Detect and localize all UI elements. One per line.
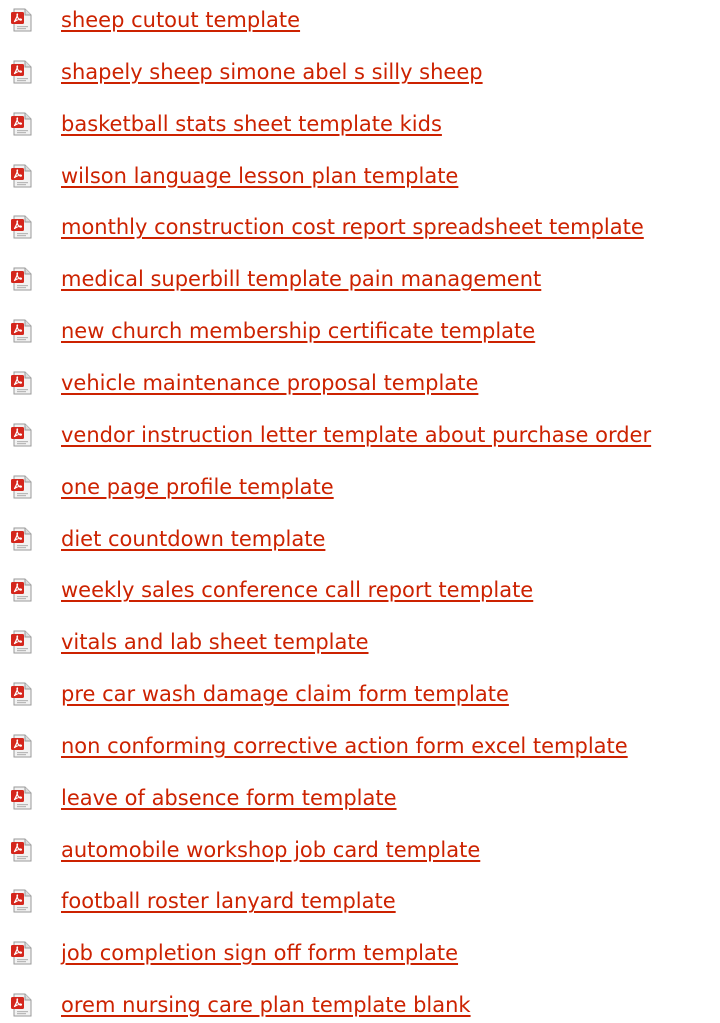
pdf-document-icon [10, 734, 34, 758]
document-link[interactable]: diet countdown template [61, 526, 325, 552]
pdf-document-icon [10, 838, 34, 862]
pdf-document-icon [10, 319, 34, 343]
document-link[interactable]: new church membership certificate templa… [61, 318, 535, 344]
pdf-document-icon [10, 941, 34, 965]
pdf-document-icon [10, 993, 34, 1017]
document-link[interactable]: weekly sales conference call report temp… [61, 577, 533, 603]
document-link[interactable]: medical superbill template pain manageme… [61, 266, 541, 292]
pdf-document-icon [10, 527, 34, 551]
pdf-document-icon [10, 60, 34, 84]
document-link[interactable]: shapely sheep simone abel s silly sheep [61, 59, 483, 85]
pdf-document-icon [10, 578, 34, 602]
document-link[interactable]: pre car wash damage claim form template [61, 681, 509, 707]
pdf-document-icon [10, 786, 34, 810]
pdf-document-icon [10, 889, 34, 913]
document-link[interactable]: football roster lanyard template [61, 888, 396, 914]
pdf-document-icon [10, 630, 34, 654]
pdf-document-icon [10, 267, 34, 291]
document-link[interactable]: vendor instruction letter template about… [61, 422, 651, 448]
document-link[interactable]: automobile workshop job card template [61, 837, 480, 863]
pdf-document-icon [10, 682, 34, 706]
document-link[interactable]: one page profile template [61, 474, 334, 500]
pdf-document-icon [10, 8, 34, 32]
document-link[interactable]: non conforming corrective action form ex… [61, 733, 628, 759]
document-link[interactable]: job completion sign off form template [61, 940, 458, 966]
pdf-document-icon [10, 371, 34, 395]
pdf-document-icon [10, 475, 34, 499]
document-link[interactable]: vitals and lab sheet template [61, 629, 369, 655]
pdf-document-icon [10, 423, 34, 447]
pdf-document-icon [10, 215, 34, 239]
document-link[interactable]: basketball stats sheet template kids [61, 111, 442, 137]
document-link[interactable]: sheep cutout template [61, 7, 300, 33]
document-link[interactable]: monthly construction cost report spreads… [61, 214, 644, 240]
pdf-document-icon [10, 112, 34, 136]
pdf-document-icon [10, 164, 34, 188]
document-link[interactable]: leave of absence form template [61, 785, 397, 811]
document-link[interactable]: wilson language lesson plan template [61, 163, 458, 189]
document-link[interactable]: vehicle maintenance proposal template [61, 370, 478, 396]
document-link[interactable]: orem nursing care plan template blank [61, 992, 471, 1018]
